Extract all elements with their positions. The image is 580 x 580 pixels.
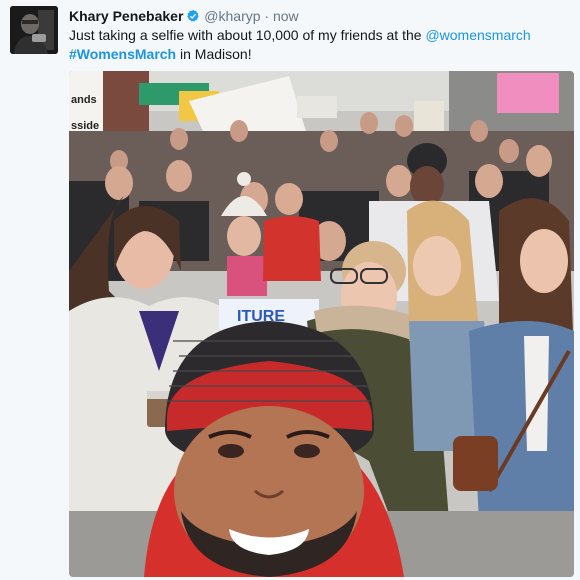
- verified-badge-icon: [187, 9, 200, 22]
- tweet-text-part1: Just taking a selfie with about 10,000 o…: [69, 27, 426, 43]
- tweet-photo[interactable]: ands sside ITURE: [69, 71, 574, 577]
- avatar[interactable]: [10, 6, 58, 54]
- timestamp[interactable]: now: [273, 8, 299, 24]
- tweet: Khary Penebaker @kharyp · now Just takin…: [0, 0, 580, 580]
- meta-separator: ·: [264, 8, 270, 24]
- author-handle[interactable]: @kharyp: [204, 8, 260, 24]
- author-name[interactable]: Khary Penebaker: [69, 8, 183, 24]
- tweet-text-part2: in Madison!: [176, 46, 252, 62]
- sign-text-ands: ands: [71, 94, 97, 106]
- crowd-selfie-image: ands sside ITURE: [69, 71, 574, 577]
- mention-link[interactable]: @womensmarch: [425, 27, 530, 43]
- avatar-image: [10, 6, 58, 54]
- sign-text-sside: sside: [71, 120, 99, 132]
- tweet-text: Just taking a selfie with about 10,000 o…: [69, 26, 569, 64]
- tweet-header: Khary Penebaker @kharyp · now: [69, 7, 299, 25]
- hashtag-link[interactable]: #WomensMarch: [69, 46, 176, 62]
